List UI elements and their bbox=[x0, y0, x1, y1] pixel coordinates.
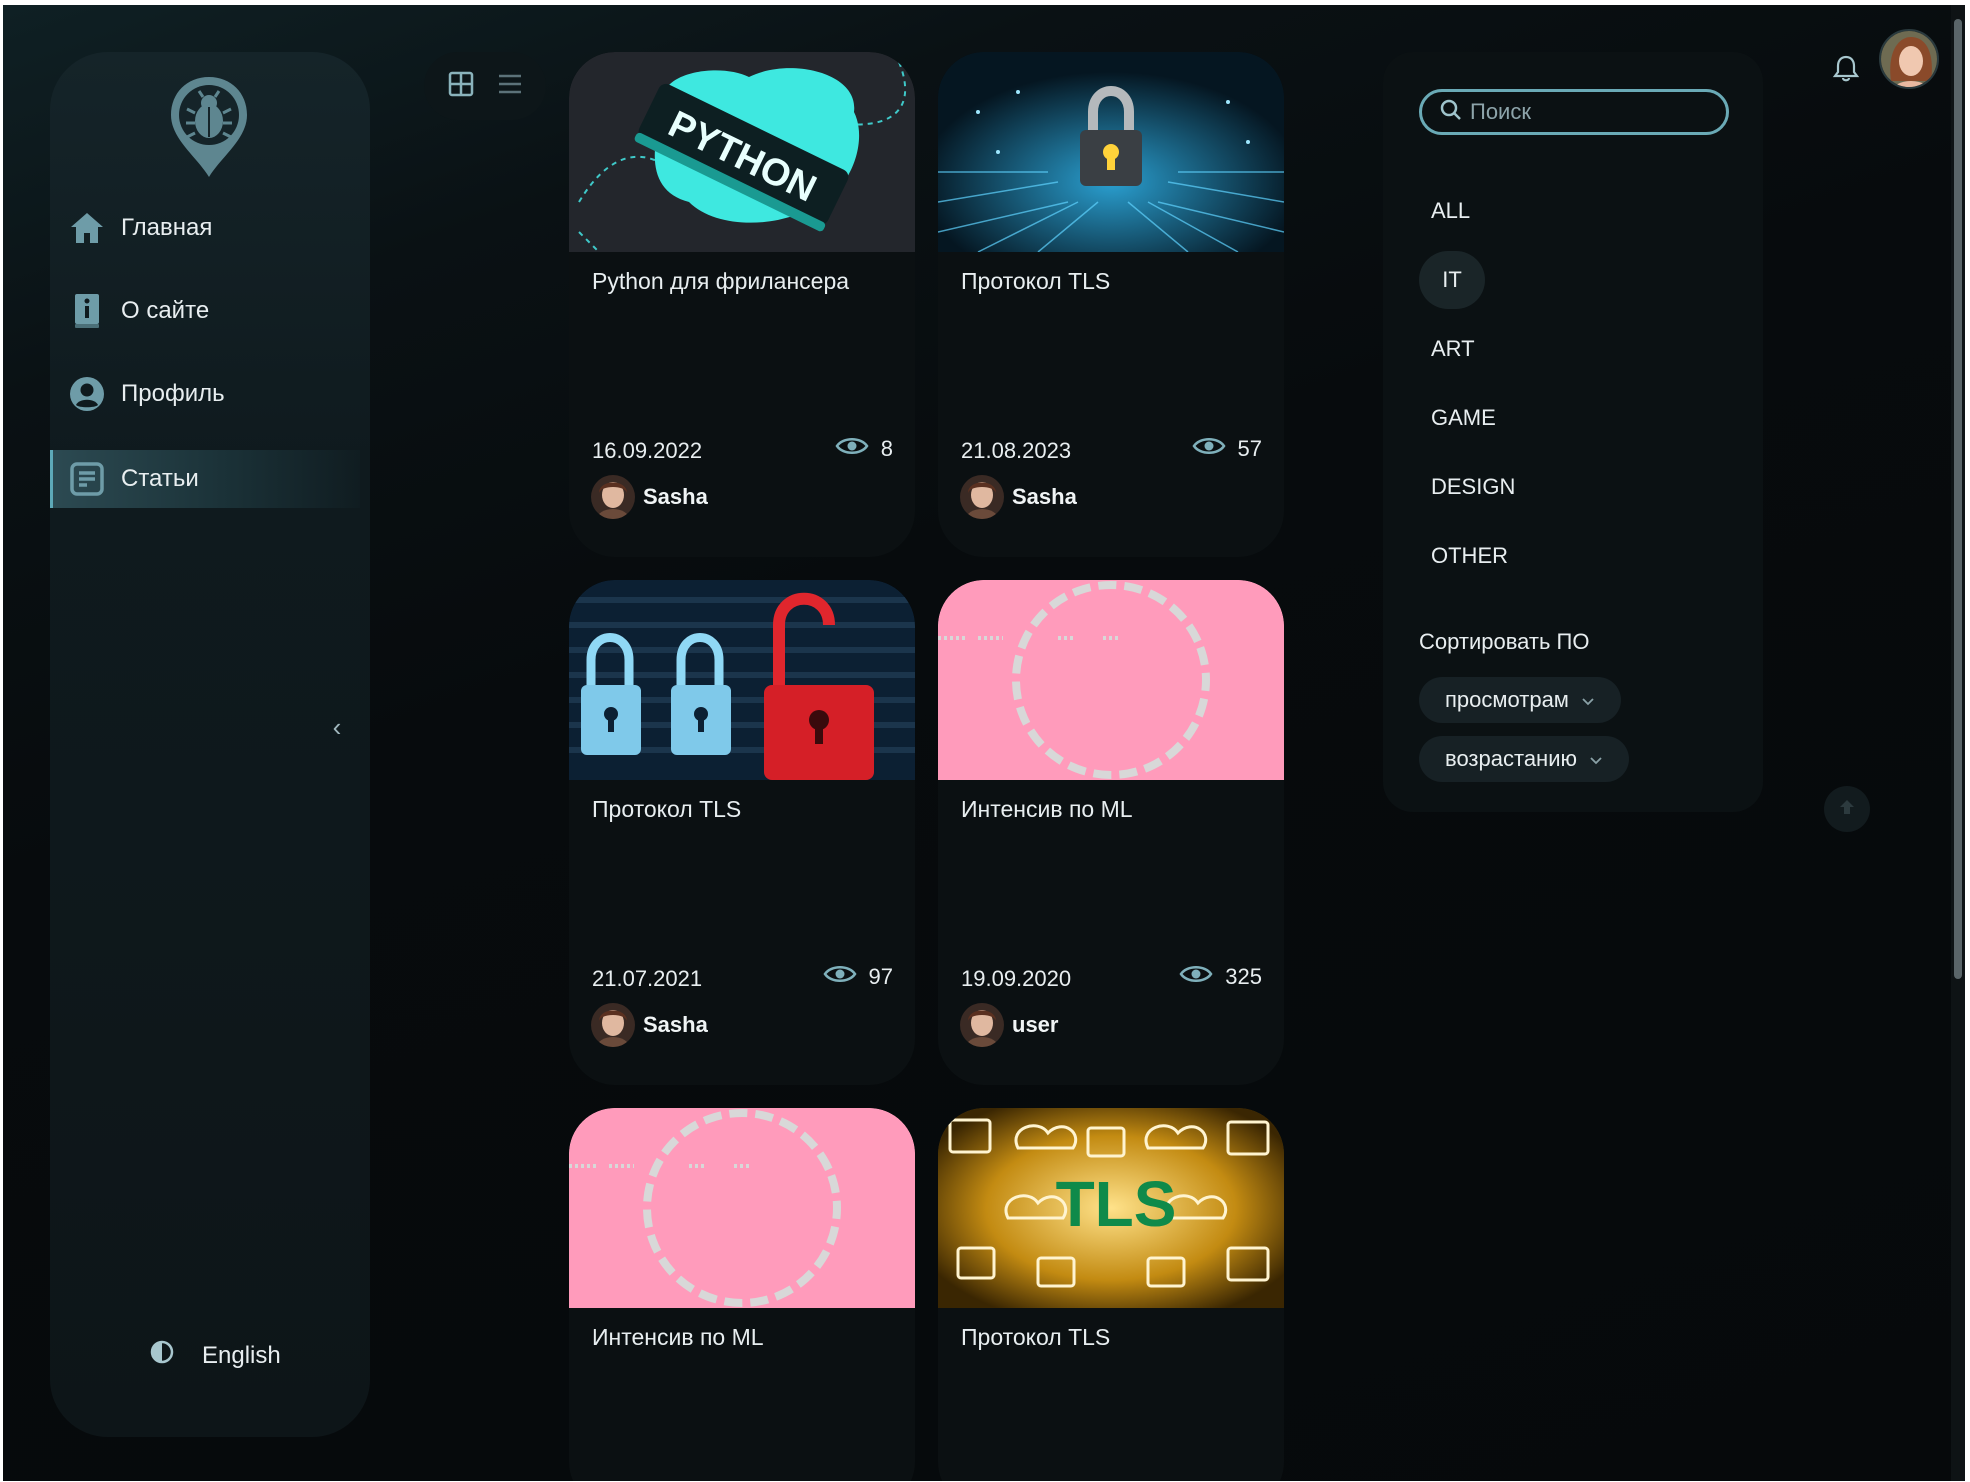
arrow-up-icon bbox=[1837, 797, 1857, 822]
grid-view-icon[interactable] bbox=[448, 71, 474, 102]
sidebar-item-label: О сайте bbox=[121, 297, 210, 324]
user-avatar[interactable] bbox=[1879, 29, 1939, 89]
article-title: Протокол TLS bbox=[592, 796, 742, 822]
sort-order-select[interactable]: возрастанию bbox=[1419, 736, 1629, 782]
sort-label: Сортировать ПО bbox=[1419, 629, 1590, 654]
tab-label: GAME bbox=[1431, 405, 1496, 430]
eye-icon bbox=[823, 963, 857, 991]
article-author[interactable]: user bbox=[960, 1003, 1058, 1047]
views-count: 57 bbox=[1237, 436, 1262, 461]
tab-game[interactable]: GAME bbox=[1419, 389, 1508, 447]
article-card[interactable]: Интенсив по ML bbox=[569, 1108, 915, 1481]
sort-field-select[interactable]: просмотрам bbox=[1419, 677, 1621, 723]
tab-label: OTHER bbox=[1431, 543, 1508, 568]
author-name: Sasha bbox=[643, 484, 708, 509]
sidebar-item-label: Профиль bbox=[121, 380, 225, 407]
search-box[interactable] bbox=[1419, 89, 1729, 135]
sort-order-value: возрастанию bbox=[1445, 746, 1577, 771]
tab-label: DESIGN bbox=[1431, 474, 1516, 499]
filters-panel: ALL IT ART GAME DESIGN OTHER Сортировать… bbox=[1383, 52, 1763, 812]
scroll-to-top-button[interactable] bbox=[1824, 786, 1870, 832]
collapse-sidebar-button[interactable]: ‹ bbox=[325, 712, 349, 742]
tab-other[interactable]: OTHER bbox=[1419, 527, 1520, 585]
article-date: 21.08.2023 bbox=[961, 438, 1072, 463]
page-scrollbar[interactable] bbox=[1951, 5, 1965, 1481]
article-card[interactable]: Протокол TLS 21.08.2023 57 Sasha bbox=[938, 52, 1284, 557]
article-image bbox=[569, 580, 915, 780]
eye-icon bbox=[1192, 435, 1226, 463]
author-name: Sasha bbox=[643, 1012, 708, 1037]
article-image bbox=[569, 1108, 915, 1308]
theme-toggle-icon[interactable] bbox=[150, 1340, 174, 1371]
language-switch-button[interactable]: English bbox=[202, 1342, 281, 1370]
chevron-down-icon bbox=[1589, 746, 1603, 772]
article-title: Протокол TLS bbox=[961, 1324, 1111, 1350]
article-card[interactable]: Протокол TLS 21.07.2021 97 Sasha bbox=[569, 580, 915, 1085]
article-views: 97 bbox=[823, 963, 893, 991]
author-name: Sasha bbox=[1012, 484, 1077, 509]
sidebar-item-label: Статьи bbox=[121, 465, 199, 492]
tab-label: ART bbox=[1431, 336, 1475, 361]
search-icon bbox=[1440, 99, 1462, 126]
article-title: Протокол TLS bbox=[961, 268, 1111, 294]
avatar bbox=[591, 475, 635, 519]
article-author[interactable]: Sasha bbox=[591, 475, 708, 519]
tab-label: ALL bbox=[1431, 198, 1471, 223]
article-image bbox=[938, 52, 1284, 252]
home-icon bbox=[67, 208, 107, 248]
tab-label: IT bbox=[1442, 267, 1462, 292]
article-author[interactable]: Sasha bbox=[591, 1003, 708, 1047]
user-circle-icon bbox=[67, 374, 107, 414]
list-view-icon[interactable] bbox=[497, 72, 523, 101]
article-author[interactable]: Sasha bbox=[960, 475, 1077, 519]
article-card[interactable]: PYTHON Python для фрилансера 16.09.2022 … bbox=[569, 52, 915, 557]
article-views: 57 bbox=[1192, 435, 1262, 463]
eye-icon bbox=[1179, 963, 1213, 991]
article-views: 8 bbox=[835, 435, 893, 463]
tls-image-text: TLS bbox=[1056, 1168, 1177, 1240]
author-name: user bbox=[1012, 1012, 1059, 1037]
sidebar-footer: English bbox=[150, 1340, 281, 1371]
bug-logo-icon[interactable] bbox=[167, 73, 251, 183]
article-views: 325 bbox=[1179, 963, 1262, 991]
sort-field-value: просмотрам bbox=[1445, 687, 1569, 712]
tab-it[interactable]: IT bbox=[1419, 251, 1485, 309]
article-icon bbox=[67, 459, 107, 499]
eye-icon bbox=[835, 435, 869, 463]
avatar bbox=[960, 1003, 1004, 1047]
article-card[interactable]: TLS Протокол TLS bbox=[938, 1108, 1284, 1481]
scrollbar-thumb[interactable] bbox=[1954, 19, 1962, 979]
tab-all[interactable]: ALL bbox=[1419, 182, 1485, 240]
article-title: Python для фрилансера bbox=[592, 268, 850, 294]
tab-art[interactable]: ART bbox=[1419, 320, 1487, 378]
notification-bell-icon[interactable] bbox=[1831, 53, 1861, 83]
views-count: 325 bbox=[1225, 964, 1262, 989]
article-title: Интенсив по ML bbox=[592, 1324, 764, 1350]
article-date: 16.09.2022 bbox=[592, 438, 703, 463]
chevron-down-icon bbox=[1581, 687, 1595, 713]
info-book-icon bbox=[67, 291, 107, 331]
tab-design[interactable]: DESIGN bbox=[1419, 458, 1527, 516]
avatar bbox=[591, 1003, 635, 1047]
article-image: TLS bbox=[938, 1108, 1284, 1308]
article-image: PYTHON bbox=[569, 52, 915, 252]
article-card[interactable]: Интенсив по ML 19.09.2020 325 user bbox=[938, 580, 1284, 1085]
article-image bbox=[938, 580, 1284, 780]
sidebar: Главная О сайте Профиль Статьи ‹ English bbox=[50, 52, 370, 1437]
sidebar-item-about[interactable]: О сайте bbox=[50, 282, 360, 340]
search-input[interactable] bbox=[1470, 99, 1710, 125]
sidebar-item-profile[interactable]: Профиль bbox=[50, 365, 360, 423]
sidebar-item-articles[interactable]: Статьи bbox=[50, 450, 360, 508]
views-count: 8 bbox=[880, 436, 893, 461]
sidebar-item-label: Главная bbox=[121, 214, 213, 241]
views-count: 97 bbox=[868, 964, 893, 989]
article-date: 19.09.2020 bbox=[961, 966, 1072, 991]
article-date: 21.07.2021 bbox=[592, 966, 703, 991]
app-window: Главная О сайте Профиль Статьи ‹ English… bbox=[3, 5, 1965, 1481]
avatar bbox=[960, 475, 1004, 519]
view-switcher bbox=[424, 52, 546, 120]
sidebar-item-home[interactable]: Главная bbox=[50, 199, 360, 257]
article-title: Интенсив по ML bbox=[961, 796, 1133, 822]
chevron-left-icon: ‹ bbox=[332, 711, 342, 742]
